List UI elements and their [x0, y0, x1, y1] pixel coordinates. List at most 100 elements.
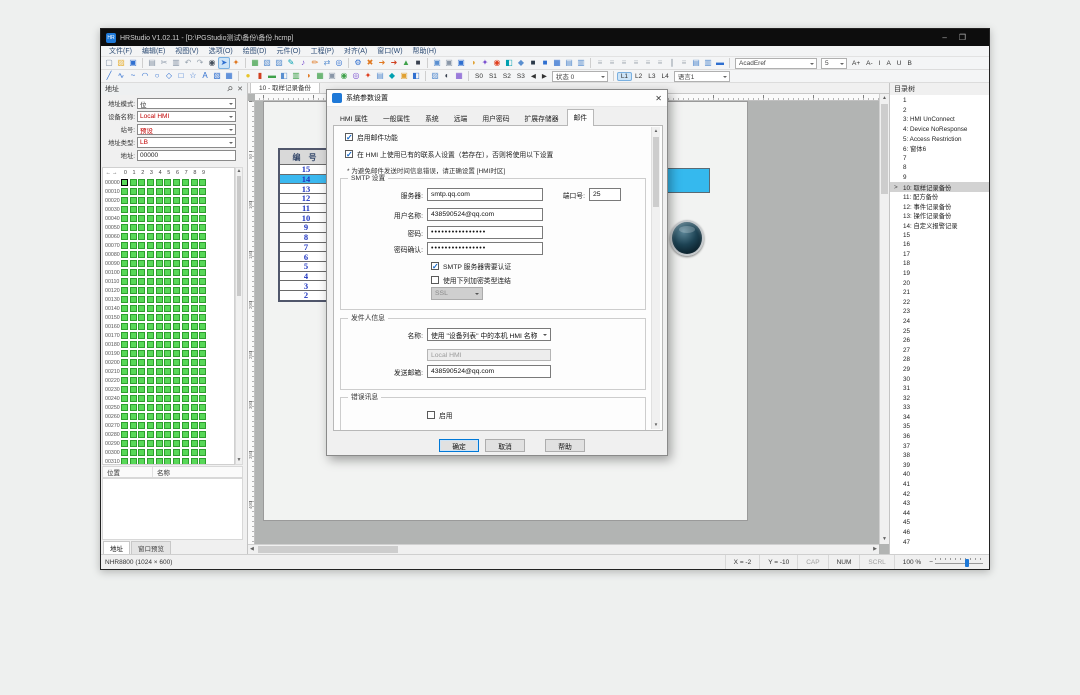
bit-cell[interactable]: [130, 413, 137, 420]
table-row[interactable]: 10: [280, 212, 332, 222]
bit-cell[interactable]: [173, 269, 180, 276]
state-button-s0[interactable]: S0: [472, 73, 486, 80]
tree-item-41[interactable]: 41: [890, 480, 989, 490]
bit-cell[interactable]: [173, 386, 180, 393]
bit-cell[interactable]: [164, 404, 171, 411]
print-icon[interactable]: ▤: [146, 57, 158, 69]
bit-cell[interactable]: [147, 287, 154, 294]
bit-cell[interactable]: [173, 368, 180, 375]
scroll-left-icon[interactable]: ◀: [250, 545, 254, 554]
bit-cell[interactable]: [130, 242, 137, 249]
menu-item-6[interactable]: 工程(P): [306, 46, 339, 56]
layer-button-l2[interactable]: L2: [632, 73, 645, 80]
field-select-2[interactable]: 预设: [137, 124, 236, 135]
pin-icon[interactable]: ⚲: [225, 84, 234, 93]
tree-item-30[interactable]: 30: [890, 374, 989, 384]
trend-icon[interactable]: ▦: [314, 70, 326, 82]
bit-cell[interactable]: [199, 233, 206, 240]
bulb-icon[interactable]: ●: [242, 70, 254, 82]
new-file-icon[interactable]: ▢: [103, 57, 115, 69]
bit-cell[interactable]: [156, 305, 163, 312]
bit-cell[interactable]: [199, 224, 206, 231]
scroll-down-icon[interactable]: ▼: [652, 421, 660, 429]
bit-cell[interactable]: [147, 197, 154, 204]
tree-item-23[interactable]: 23: [890, 307, 989, 317]
bit-cell[interactable]: [138, 305, 145, 312]
bit-cell[interactable]: [164, 215, 171, 222]
tree-item-25[interactable]: 25: [890, 326, 989, 336]
bit-cell[interactable]: [199, 215, 206, 222]
server-input[interactable]: smtp.qq.com: [427, 188, 543, 201]
bit-cell[interactable]: [156, 179, 163, 186]
bit-cell[interactable]: [164, 206, 171, 213]
bar-icon[interactable]: ▥: [290, 70, 302, 82]
table-row[interactable]: 6: [280, 251, 332, 261]
bit-cell[interactable]: [191, 278, 198, 285]
bit-cell[interactable]: [130, 386, 137, 393]
bit-cell[interactable]: [182, 359, 189, 366]
dialog-tab-5[interactable]: 扩展存储器: [518, 110, 566, 126]
bit-cell[interactable]: [121, 206, 128, 213]
bit-cell[interactable]: [130, 440, 137, 447]
tree-item-17[interactable]: 17: [890, 250, 989, 260]
bit-cell[interactable]: [130, 305, 137, 312]
bit-cell[interactable]: [147, 404, 154, 411]
bit-cell[interactable]: [130, 251, 137, 258]
picture-icon[interactable]: ▧: [211, 70, 223, 82]
bit-cell[interactable]: [191, 197, 198, 204]
tree-item-28[interactable]: 28: [890, 355, 989, 365]
tree-item-32[interactable]: 32: [890, 393, 989, 403]
tree-item-35[interactable]: 35: [890, 422, 989, 432]
bit-cell[interactable]: [173, 251, 180, 258]
bit-cell[interactable]: [182, 449, 189, 456]
bit-cell[interactable]: [138, 458, 145, 465]
image-icon[interactable]: ▦: [249, 57, 261, 69]
bit-cell[interactable]: [130, 422, 137, 429]
bit-cell[interactable]: [156, 233, 163, 240]
bit-cell[interactable]: [199, 206, 206, 213]
bit-cell[interactable]: [156, 458, 163, 465]
v-scrollbar-thumb[interactable]: [881, 104, 888, 194]
bit-cell[interactable]: [121, 413, 128, 420]
table-row[interactable]: 9: [280, 222, 332, 232]
globe-icon[interactable]: ◎: [333, 57, 345, 69]
state-button-s1[interactable]: S1: [486, 73, 500, 80]
bit-cell[interactable]: [164, 179, 171, 186]
screen-icon[interactable]: ▧: [261, 57, 273, 69]
bit-cell[interactable]: [173, 422, 180, 429]
bit-cell[interactable]: [173, 314, 180, 321]
recipe-icon[interactable]: ▤: [374, 70, 386, 82]
bit-cell[interactable]: [147, 422, 154, 429]
circle-icon[interactable]: ○: [151, 70, 163, 82]
music-icon[interactable]: ♪: [297, 57, 309, 69]
address-bit-grid[interactable]: ←→01234567890000000010000200003000040000…: [102, 167, 235, 465]
bit-cell[interactable]: [147, 386, 154, 393]
bit-cell[interactable]: [164, 377, 171, 384]
font-button-aminus[interactable]: A-: [863, 60, 876, 67]
tree-item-34[interactable]: 34: [890, 413, 989, 423]
bit-cell[interactable]: [164, 386, 171, 393]
document-tab[interactable]: 10 - 取样记录备份: [250, 83, 320, 93]
bit-cell[interactable]: [191, 368, 198, 375]
bit-cell[interactable]: [121, 278, 128, 285]
star-icon[interactable]: ☆: [187, 70, 199, 82]
bit-cell[interactable]: [164, 278, 171, 285]
bit-cell[interactable]: [199, 449, 206, 456]
tree-item-31[interactable]: 31: [890, 384, 989, 394]
bit-cell[interactable]: [130, 332, 137, 339]
bit-cell[interactable]: [199, 287, 206, 294]
bit-cell[interactable]: [191, 359, 198, 366]
bit-cell[interactable]: [173, 206, 180, 213]
brush-icon[interactable]: ✎: [285, 57, 297, 69]
bit-cell[interactable]: [138, 377, 145, 384]
bit-cell[interactable]: [173, 431, 180, 438]
bit-cell[interactable]: [173, 458, 180, 465]
bit-cell[interactable]: [147, 269, 154, 276]
tool-icon[interactable]: ◧: [503, 57, 515, 69]
bit-cell[interactable]: [173, 260, 180, 267]
bit-cell[interactable]: [182, 305, 189, 312]
bit-cell[interactable]: [164, 305, 171, 312]
bit-cell[interactable]: [130, 260, 137, 267]
bit-cell[interactable]: [147, 440, 154, 447]
size-combo[interactable]: 5: [821, 58, 847, 69]
